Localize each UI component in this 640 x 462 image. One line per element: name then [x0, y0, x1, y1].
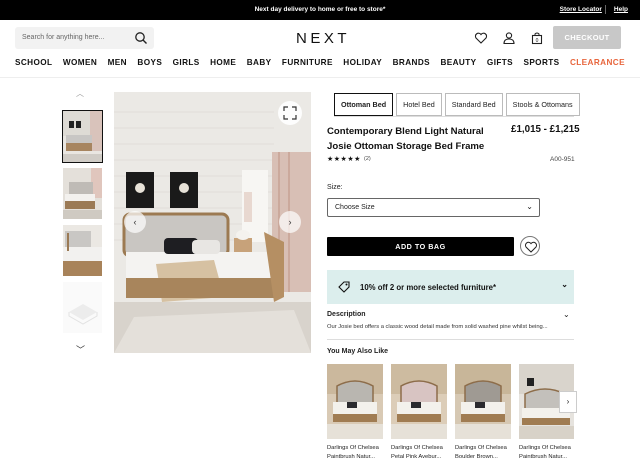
heart-icon[interactable] [474, 31, 488, 45]
furniture-offer-banner[interactable]: 10% off 2 or more selected furniture* ⌄ [327, 270, 574, 304]
tab-standard-bed[interactable]: Standard Bed [444, 93, 503, 116]
tab-stools-ottomans[interactable]: Stools & Ottomans [505, 93, 580, 116]
nav-item-men[interactable]: MEN [108, 58, 127, 67]
nav-item-girls[interactable]: GIRLS [173, 58, 200, 67]
offer-text: 10% off 2 or more selected furniture* [360, 283, 497, 292]
rec-name-line1: Darlings Of Chelsea [455, 445, 507, 451]
description-chevron-icon[interactable]: ⌄ [563, 310, 570, 319]
nav-item-furniture[interactable]: FURNITURE [282, 58, 333, 67]
checkout-button[interactable]: CHECKOUT [553, 26, 621, 49]
image-next-button[interactable]: › [279, 211, 301, 233]
thumbnail-3[interactable] [63, 225, 102, 276]
main-nav: SCHOOL WOMEN MEN BOYS GIRLS HOME BABY FU… [15, 58, 625, 67]
nav-item-gifts[interactable]: GIFTS [487, 58, 513, 67]
recommendation-name[interactable]: Darlings Of Chelsea Petal Pink Avebur... [391, 444, 451, 462]
description-text: Our Josie bed offers a classic wood deta… [327, 324, 548, 330]
tab-ottoman-bed[interactable]: Ottoman Bed [334, 93, 394, 116]
tabs-divider [334, 116, 574, 117]
price-tag-icon [338, 281, 350, 293]
nav-item-school[interactable]: SCHOOL [15, 58, 52, 67]
rec-name-line1: Darlings Of Chelsea [327, 445, 379, 451]
nav-item-clearance[interactable]: CLEARANCE [570, 58, 625, 67]
rec-name-line2: Petal Pink Avebur... [391, 454, 442, 460]
thumbnail-4[interactable] [63, 282, 102, 333]
nav-item-holiday[interactable]: HOLIDAY [343, 58, 382, 67]
thumbnail-1[interactable] [62, 110, 103, 163]
product-title: Contemporary Blend Light Natural Josie O… [327, 126, 485, 152]
rec-name-line2: Paintbrush Natur... [519, 454, 568, 460]
expand-icon [283, 106, 297, 120]
thumbs-up-icon[interactable]: ︿ [76, 88, 84, 99]
recommendation-image[interactable] [455, 364, 511, 439]
favourite-button[interactable] [520, 236, 540, 256]
rating-stars[interactable]: ★★★★★ [327, 155, 361, 163]
product-price: £1,015 - £1,215 [511, 124, 580, 135]
product-sku: A00-951 [550, 156, 575, 163]
chevron-down-icon: ⌄ [561, 280, 568, 289]
review-count[interactable]: (2) [364, 156, 371, 162]
size-select[interactable]: Choose Size ⌄ [327, 198, 540, 217]
recommendation-image[interactable] [391, 364, 447, 439]
search-icon[interactable] [134, 31, 148, 45]
delivery-promo-text: Next day delivery to home or free to sto… [254, 6, 386, 13]
nav-item-beauty[interactable]: BEAUTY [440, 58, 476, 67]
help-link[interactable]: Help [614, 6, 628, 13]
nav-item-brands[interactable]: BRANDS [393, 58, 430, 67]
rec-name-line2: Paintbrush Natur... [327, 454, 376, 460]
recommendations-next-button[interactable]: › [559, 391, 577, 413]
top-promo-bar: Next day delivery to home or free to sto… [0, 0, 640, 20]
next-logo[interactable]: NEXT [296, 30, 350, 47]
tab-hotel-bed[interactable]: Hotel Bed [396, 93, 442, 116]
heart-icon [525, 241, 537, 253]
svg-text:0: 0 [536, 38, 539, 44]
search-input[interactable]: Search for anything here... [15, 27, 154, 49]
recommendation-name[interactable]: Darlings Of Chelsea Paintbrush Natur... [519, 444, 575, 462]
chevron-down-icon: ⌄ [526, 202, 533, 211]
nav-item-baby[interactable]: BABY [247, 58, 272, 67]
description-divider [327, 339, 574, 340]
recommendation-image[interactable] [327, 364, 383, 439]
thumbnail-2[interactable] [63, 168, 102, 219]
nav-item-sports[interactable]: SPORTS [523, 58, 559, 67]
nav-divider [0, 77, 640, 78]
image-prev-button[interactable]: ‹ [124, 211, 146, 233]
expand-image-button[interactable] [278, 101, 302, 125]
rec-name-line1: Darlings Of Chelsea [519, 445, 571, 451]
bed-type-tabs: Ottoman Bed Hotel Bed Standard Bed Stool… [334, 93, 580, 116]
nav-item-boys[interactable]: BOYS [137, 58, 162, 67]
bag-icon[interactable]: 0 [530, 31, 544, 45]
size-label: Size: [327, 184, 343, 191]
search-placeholder: Search for anything here... [22, 34, 105, 41]
recommendation-name[interactable]: Darlings Of Chelsea Boulder Brown... [455, 444, 515, 462]
also-like-heading: You May Also Like [327, 348, 389, 355]
rec-name-line2: Boulder Brown... [455, 454, 498, 460]
thumbs-down-icon[interactable]: ﹀ [76, 343, 85, 356]
recommendation-name[interactable]: Darlings Of Chelsea Paintbrush Natur... [327, 444, 387, 462]
description-heading[interactable]: Description [327, 311, 366, 318]
nav-item-home[interactable]: HOME [210, 58, 236, 67]
size-select-value: Choose Size [335, 204, 375, 211]
nav-item-women[interactable]: WOMEN [63, 58, 97, 67]
account-icon[interactable] [502, 31, 516, 45]
rec-name-line1: Darlings Of Chelsea [391, 445, 443, 451]
add-to-bag-button[interactable]: ADD TO BAG [327, 237, 514, 256]
topbar-divider [605, 5, 606, 14]
store-locator-link[interactable]: Store Locator [560, 6, 602, 13]
